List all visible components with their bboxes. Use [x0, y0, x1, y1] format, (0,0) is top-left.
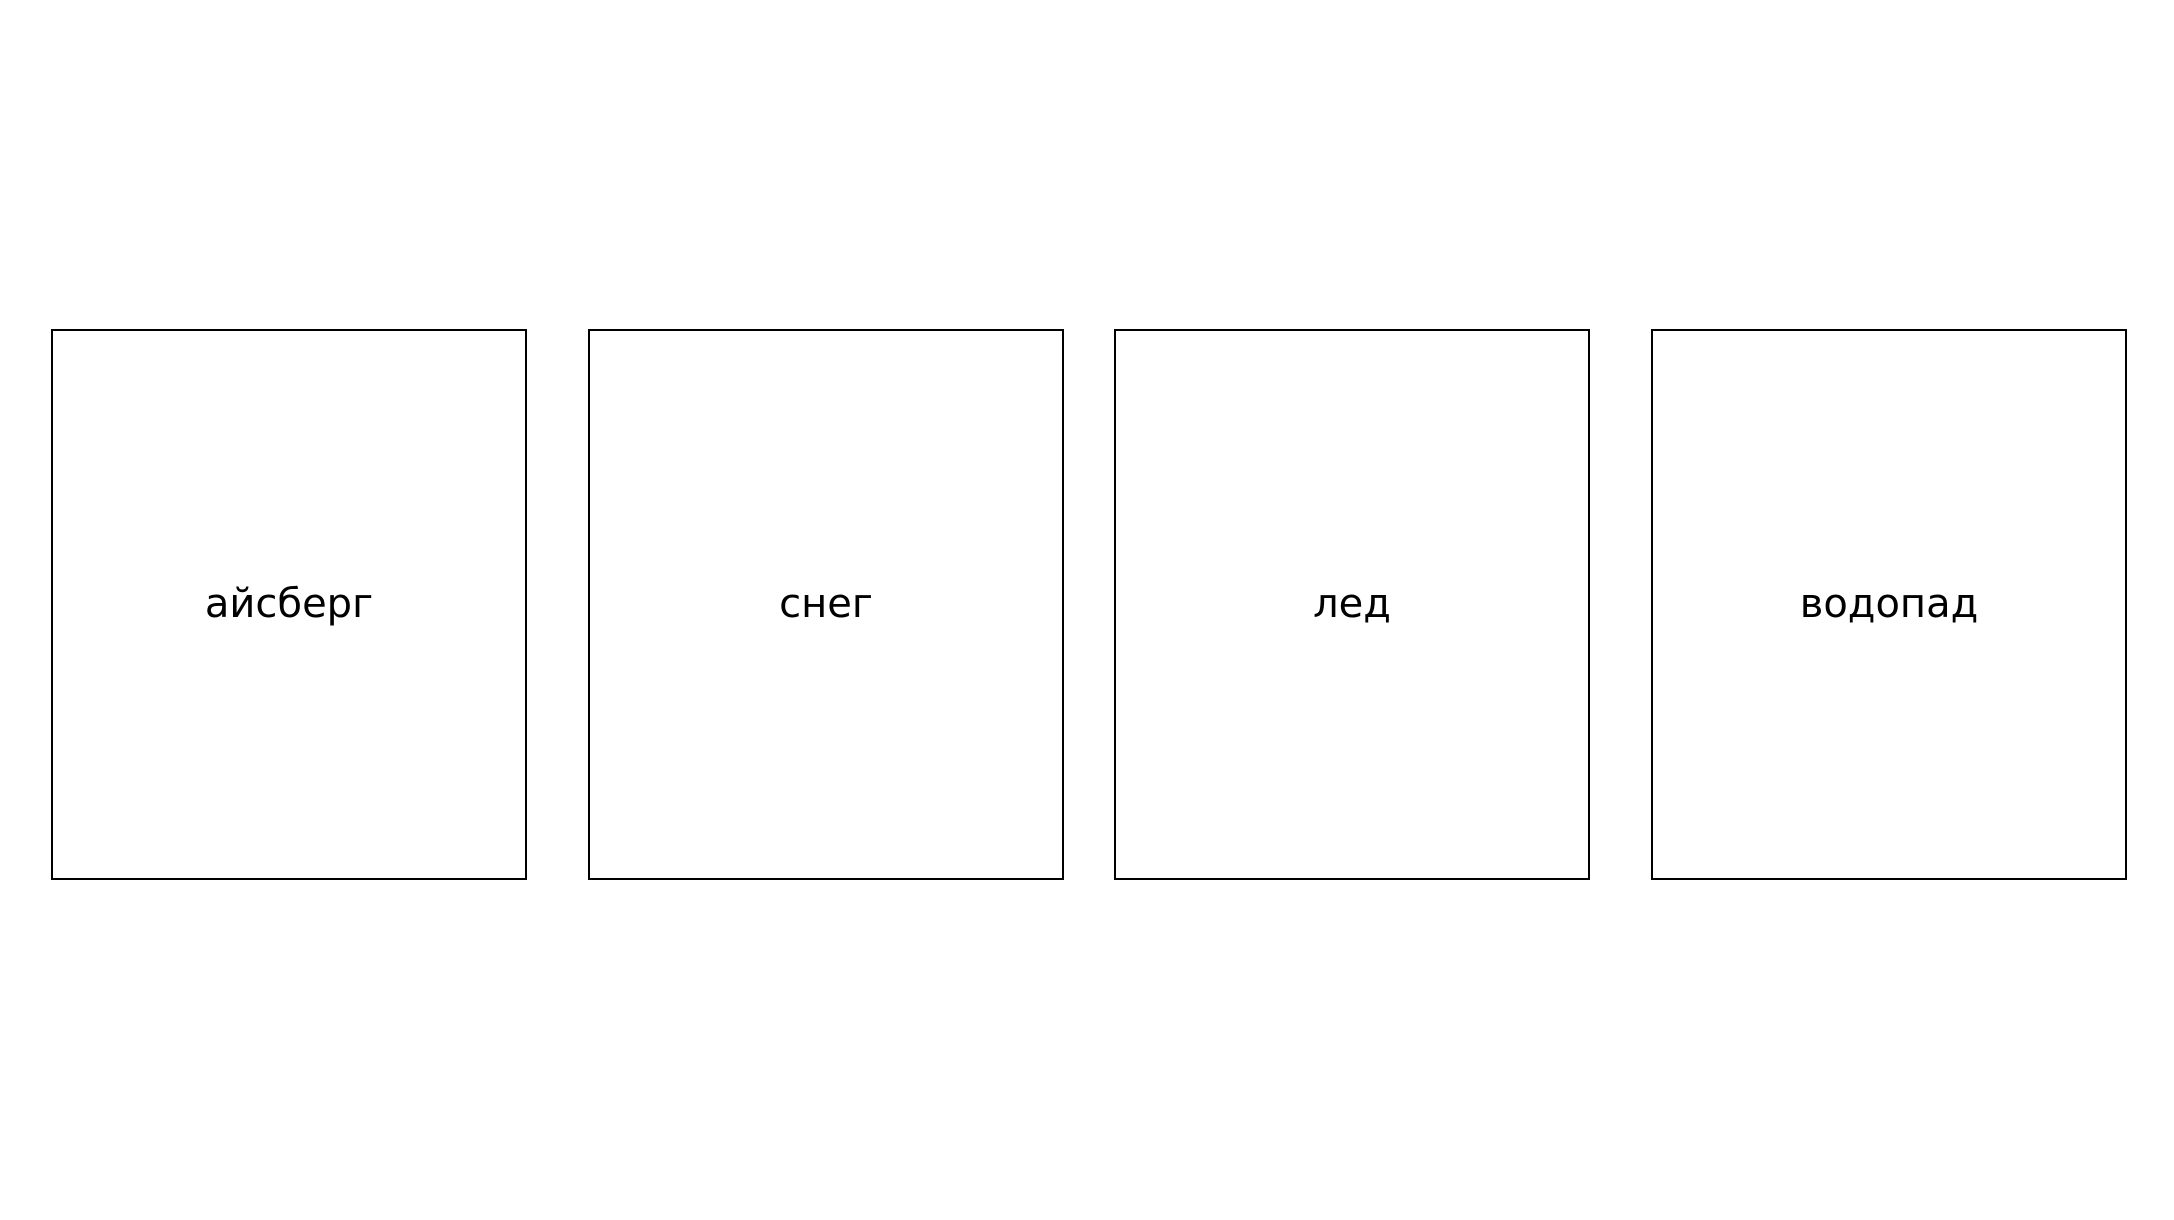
word-card-snow[interactable]: снег [588, 329, 1064, 880]
slide-canvas: айсберг снег лед водопад [0, 0, 2174, 1220]
word-card-iceberg[interactable]: айсберг [51, 329, 527, 880]
word-card-label: водопад [1799, 580, 1979, 627]
word-card-ice[interactable]: лед [1114, 329, 1590, 880]
word-card-label: снег [779, 580, 873, 627]
word-card-label: лед [1313, 580, 1391, 627]
word-card-label: айсберг [204, 580, 374, 627]
word-card-waterfall[interactable]: водопад [1651, 329, 2127, 880]
